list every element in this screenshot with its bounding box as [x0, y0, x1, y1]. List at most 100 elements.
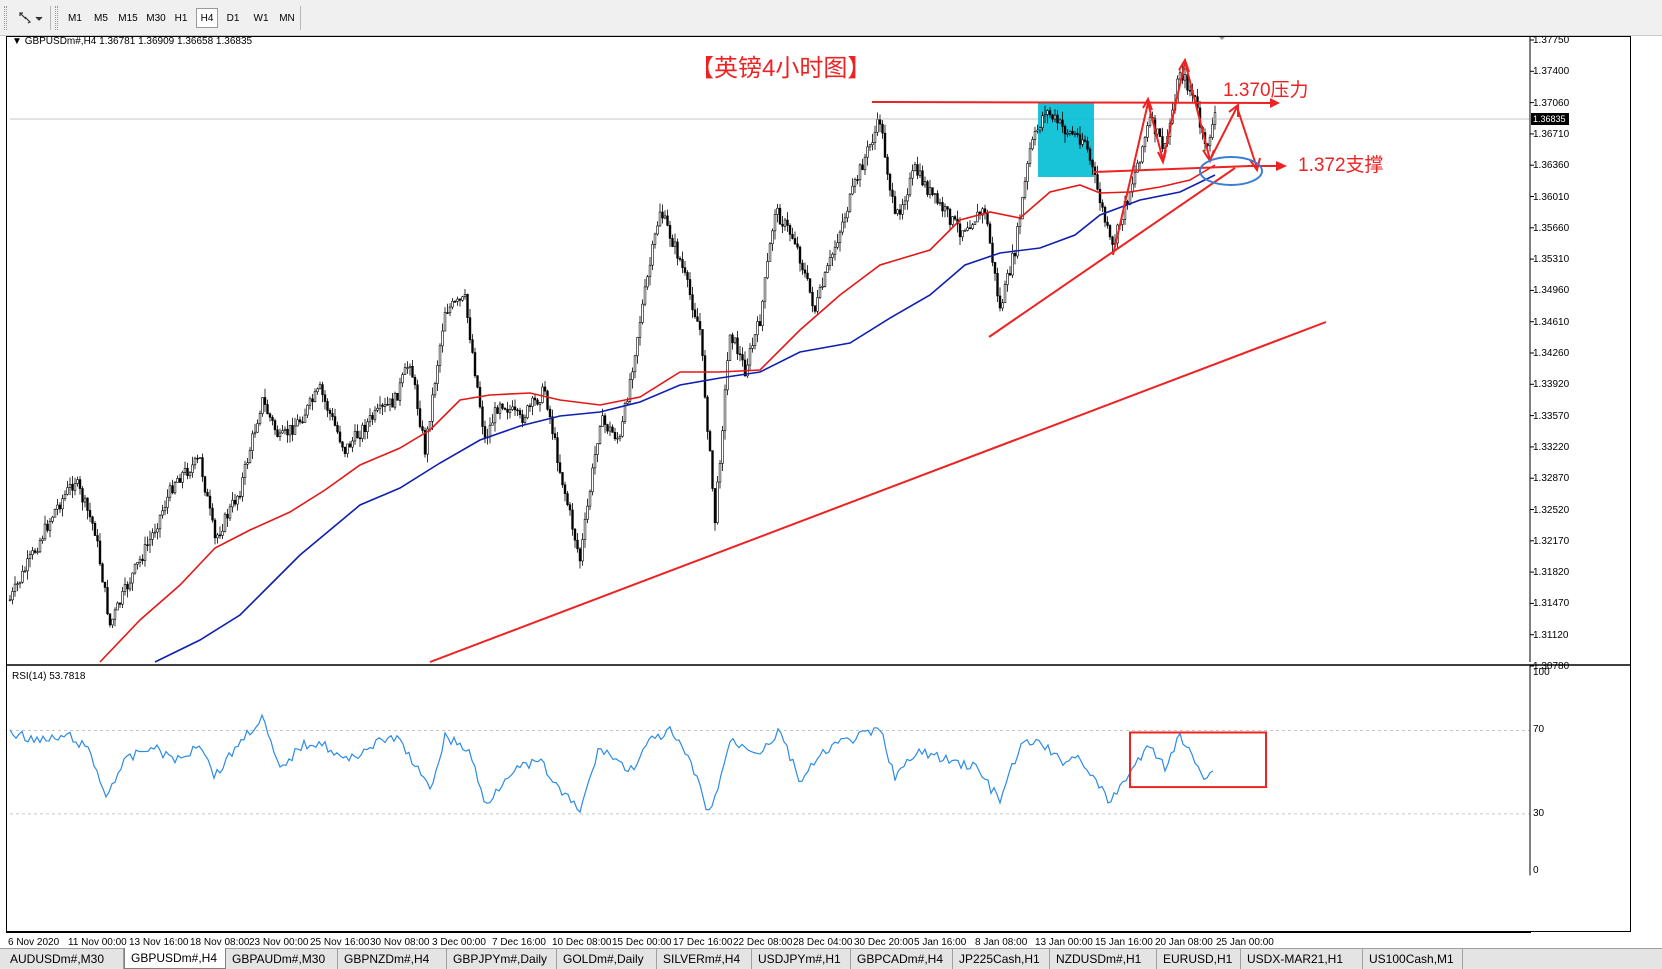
candle-body	[496, 407, 499, 414]
candle-body	[938, 202, 942, 204]
candle-body	[1143, 137, 1147, 148]
chart-tab[interactable]: USDJPYm#,H1	[752, 949, 851, 969]
timeframe-h1-button[interactable]: H1	[170, 8, 192, 28]
chart-tab[interactable]: US100Cash,M1	[1363, 949, 1463, 969]
candle-body	[728, 334, 732, 361]
chart-tab[interactable]: SILVERm#,H4	[657, 949, 752, 969]
timeframe-m15-button[interactable]: M15	[115, 8, 141, 28]
rsi-indicator-window[interactable]: RSI(14) 53.7818	[6, 664, 1662, 932]
candle-body	[86, 497, 89, 511]
candle-body	[748, 348, 752, 366]
chart-tab[interactable]: EURUSD,H1	[1157, 949, 1241, 969]
chart-tab[interactable]: GBPUSDm#,H4	[124, 948, 226, 969]
chart-tab[interactable]: USDX-MAR21,H1	[1241, 949, 1363, 969]
candle-body	[98, 540, 102, 565]
candle-body	[898, 209, 902, 215]
candle-body	[508, 409, 512, 413]
candle-body	[1006, 273, 1009, 285]
candle-body	[963, 230, 967, 232]
candle-body	[691, 294, 694, 311]
candle-body	[351, 440, 354, 448]
candle-body	[491, 422, 494, 426]
chart-tab[interactable]: GOLDm#,Daily	[557, 949, 657, 969]
candle-body	[581, 539, 584, 562]
candle-body	[68, 483, 72, 488]
time-tick-label: 25 Nov 16:00	[310, 937, 370, 948]
price-tick-label: 1.37400	[1533, 66, 1570, 78]
candle-body	[911, 170, 914, 179]
timeframe-m30-button[interactable]: M30	[143, 8, 169, 28]
candle-body	[166, 496, 169, 508]
candle-body	[1051, 114, 1054, 120]
timeframe-m1-button[interactable]: M1	[64, 8, 86, 28]
candle-body	[793, 238, 797, 245]
drawing-tools-dropdown[interactable]	[16, 8, 44, 28]
candle-body	[708, 431, 712, 451]
collapse-icon[interactable]: ▼	[12, 36, 22, 47]
chart-tab[interactable]: GBPNZDm#,H4	[338, 949, 447, 969]
candle-body	[13, 583, 17, 592]
price-tick-label: 1.31120	[1533, 629, 1569, 641]
chart-tab[interactable]: JP225Cash,H1	[953, 949, 1050, 969]
time-tick-label: 15 Jan 16:00	[1095, 937, 1153, 948]
candle-body	[576, 539, 579, 550]
candle-body	[663, 215, 667, 219]
chart-tab[interactable]: GBPCADm#,H4	[851, 949, 953, 969]
candle-body	[1098, 188, 1102, 204]
candle-body	[608, 426, 612, 432]
candle-body	[1041, 115, 1044, 128]
candle-body	[41, 538, 44, 541]
candle-body	[846, 210, 849, 219]
candle-body	[828, 257, 832, 266]
candle-body	[721, 430, 724, 464]
candle-body	[603, 415, 607, 425]
candle-body	[588, 491, 592, 507]
candle-body	[323, 394, 327, 402]
toolbar-grip[interactable]	[55, 6, 58, 30]
candle-body	[1003, 284, 1007, 304]
timeframe-w1-button[interactable]: W1	[249, 8, 273, 28]
candle-body	[908, 177, 912, 196]
chart-tab[interactable]: AUDUSDm#,M30	[4, 949, 124, 969]
timeframe-d1-button[interactable]: D1	[222, 8, 244, 28]
candle-body	[173, 482, 177, 494]
candle-body	[686, 272, 689, 280]
chart-tab[interactable]: GBPJPYm#,Daily	[447, 949, 557, 969]
timeframe-m5-button[interactable]: M5	[89, 8, 113, 28]
candle-body	[281, 430, 284, 434]
resistance-annotation: 1.370压力	[1223, 79, 1309, 101]
candle-body	[161, 510, 164, 516]
time-tick-label: 20 Jan 08:00	[1155, 937, 1213, 948]
candle-body	[1106, 221, 1109, 226]
candle-body	[541, 386, 544, 403]
candle-body	[1008, 273, 1012, 276]
chart-tab[interactable]: GBPAUDm#,M30	[226, 949, 338, 969]
candle-body	[553, 433, 557, 439]
candle-body	[786, 219, 789, 226]
candle-body	[168, 485, 172, 498]
rsi-label: RSI(14) 53.7818	[12, 671, 86, 682]
timeframe-h4-button[interactable]: H4	[196, 8, 218, 28]
candle-body	[661, 211, 664, 219]
candle-body	[258, 413, 262, 424]
candle-body	[248, 450, 252, 464]
candle-body	[241, 477, 244, 497]
candle-body	[1146, 125, 1149, 138]
chart-shift-marker[interactable]	[1218, 36, 1226, 40]
candle-body	[111, 618, 114, 626]
toolbar-grip[interactable]	[4, 6, 7, 30]
candle-body	[471, 339, 474, 353]
price-tick-label: 1.34260	[1533, 348, 1570, 359]
candle-body	[906, 194, 909, 202]
timeframe-mn-button[interactable]: MN	[276, 8, 298, 28]
candle-body	[1158, 128, 1162, 137]
chart-tab[interactable]: NZDUSDm#,H1	[1050, 949, 1157, 969]
price-chart[interactable]: 【英镑4小时图】 1.370压力 1.372支撑 1.36835 ▼ GBPUS…	[6, 36, 1662, 701]
candle-body	[703, 355, 707, 398]
candle-body	[666, 215, 669, 226]
candle-body	[806, 272, 809, 279]
candle-body	[43, 523, 47, 540]
candle-body	[756, 321, 759, 336]
candle-body	[998, 295, 1002, 309]
candle-body	[1096, 174, 1099, 190]
